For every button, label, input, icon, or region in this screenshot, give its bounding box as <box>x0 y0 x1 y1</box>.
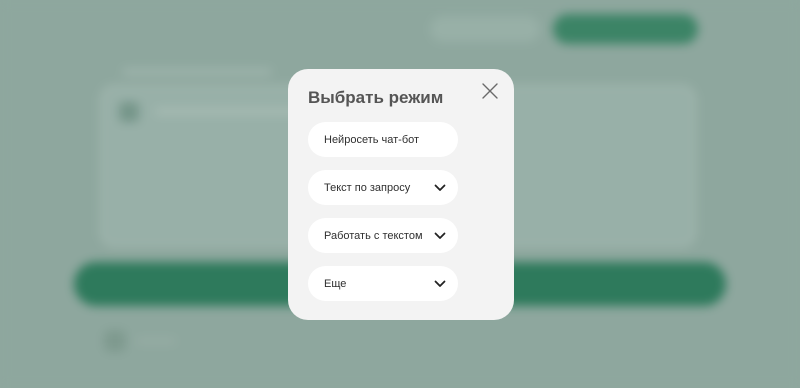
mode-item-work-with-text[interactable]: Работать с текстом <box>308 218 458 253</box>
mode-item-label: Нейросеть чат-бот <box>324 133 420 146</box>
background-footer-icon <box>104 330 126 352</box>
background-footer-text <box>136 338 176 344</box>
mode-item-label: Текст по запросу <box>324 181 411 194</box>
mode-item-text-by-request[interactable]: Текст по запросу <box>308 170 458 205</box>
mode-item-chatbot[interactable]: Нейросеть чат-бот <box>308 122 458 157</box>
background-header-primary-button <box>553 14 698 44</box>
mode-item-more[interactable]: Еще <box>308 266 458 301</box>
background-header-button <box>430 16 540 42</box>
background-card-line <box>155 108 305 115</box>
mode-item-label: Работать с текстом <box>324 229 423 242</box>
close-icon <box>482 83 498 99</box>
mode-item-label: Еще <box>324 277 347 290</box>
mode-select-modal: Выбрать режим Нейросеть чат-бот Текст по… <box>288 69 514 320</box>
chevron-down-icon <box>434 232 446 239</box>
background-caption <box>122 68 272 76</box>
chevron-down-icon <box>434 280 446 287</box>
chevron-down-icon <box>434 184 446 191</box>
close-button[interactable] <box>480 81 500 101</box>
modal-title: Выбрать режим <box>308 88 444 107</box>
background-card-icon <box>119 102 139 122</box>
